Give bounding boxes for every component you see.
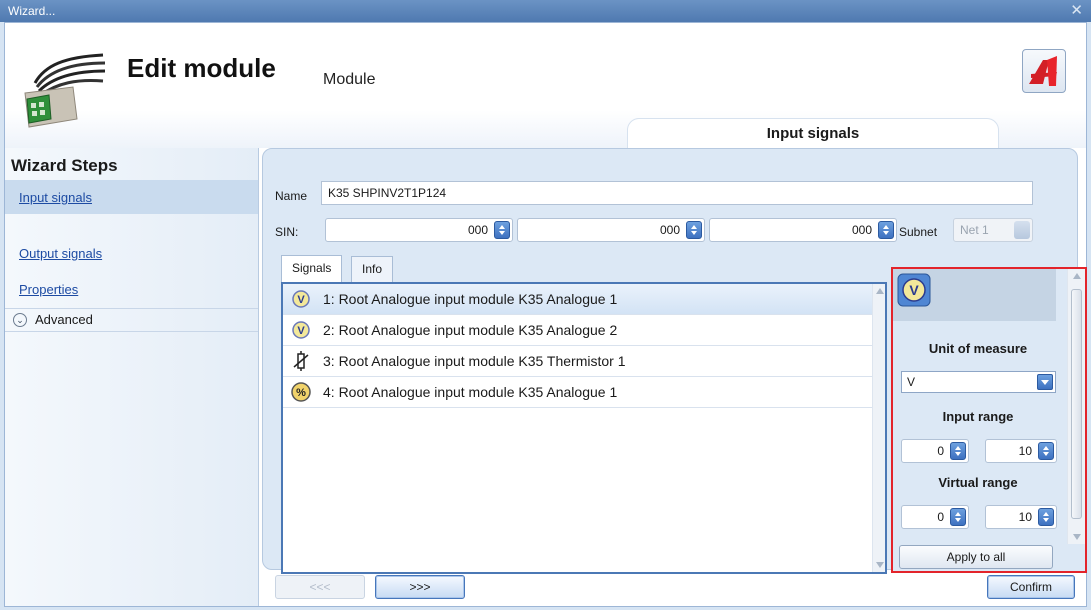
list-item[interactable]: % 4: Root Analogue input module K35 Anal… xyxy=(283,377,874,408)
spinner-icon[interactable] xyxy=(686,221,702,239)
virtual-min-value: 0 xyxy=(937,510,944,524)
brand-logo-icon xyxy=(1029,56,1057,86)
apply-to-all-button[interactable]: Apply to all xyxy=(899,545,1053,569)
list-item[interactable]: V 1: Root Analogue input module K35 Anal… xyxy=(283,284,874,315)
scroll-thumb[interactable] xyxy=(1071,289,1082,519)
next-button[interactable]: >>> xyxy=(375,575,465,599)
spinner-icon[interactable] xyxy=(1038,508,1054,526)
scroll-up-icon[interactable] xyxy=(1073,273,1081,279)
voltage-icon: V xyxy=(897,273,931,307)
confirm-button[interactable]: Confirm xyxy=(987,575,1075,599)
main-panel: Name K35 SHPINV2T1P124 SIN: 000 000 000 … xyxy=(262,148,1087,574)
sin-value-1: 000 xyxy=(467,223,488,237)
sin-value-2: 000 xyxy=(659,223,680,237)
percent-icon: % xyxy=(291,382,311,402)
subnet-value: Net 1 xyxy=(960,223,989,237)
scroll-up-icon[interactable] xyxy=(876,288,884,294)
wizard-steps-heading: Wizard Steps xyxy=(11,156,118,175)
spinner-icon[interactable] xyxy=(1038,442,1054,460)
unit-value: V xyxy=(907,375,916,389)
input-range-heading: Input range xyxy=(942,409,1014,424)
spinner-icon[interactable] xyxy=(950,442,966,460)
advanced-label: Advanced xyxy=(35,312,93,327)
tab-input-signals: Input signals xyxy=(627,118,999,148)
signal-label: 1: Root Analogue input module K35 Analog… xyxy=(323,291,618,307)
brand-logo xyxy=(1022,49,1066,93)
unit-of-measure-select[interactable]: V xyxy=(901,371,1056,393)
tab-signals[interactable]: Signals xyxy=(281,255,343,282)
window-title: Wizard... xyxy=(8,4,56,18)
sin-field-1[interactable]: 000 xyxy=(325,218,513,242)
page-title: Edit module xyxy=(127,53,276,83)
chevron-down-icon xyxy=(1014,221,1030,239)
list-scrollbar[interactable] xyxy=(872,284,885,572)
signal-label: 4: Root Analogue input module K35 Analog… xyxy=(323,384,618,400)
list-item[interactable]: V 2: Root Analogue input module K35 Anal… xyxy=(283,315,874,346)
chevron-down-icon[interactable] xyxy=(1037,374,1053,390)
properties-scrollbar[interactable] xyxy=(1067,269,1085,544)
advanced-expander[interactable]: ⌄ Advanced xyxy=(5,308,258,332)
spinner-icon[interactable] xyxy=(878,221,894,239)
name-label: Name xyxy=(275,189,308,203)
list-item[interactable]: 3: Root Analogue input module K35 Thermi… xyxy=(283,346,874,377)
sidebar: Wizard Steps Input signals Output signal… xyxy=(5,148,259,606)
scroll-down-icon[interactable] xyxy=(876,562,884,568)
page-subtitle: Module xyxy=(323,71,376,88)
sin-field-2[interactable]: 000 xyxy=(517,218,705,242)
spinner-icon[interactable] xyxy=(494,221,510,239)
sidebar-item-input-signals[interactable]: Input signals xyxy=(19,190,92,205)
virtual-range-heading: Virtual range xyxy=(938,475,1018,490)
subnet-select: Net 1 xyxy=(953,218,1033,242)
module-image xyxy=(24,53,106,128)
input-min-value: 0 xyxy=(937,444,944,458)
thermistor-icon xyxy=(293,351,309,371)
chevron-down-icon: ⌄ xyxy=(13,313,27,327)
header: Edit module Module Input signals xyxy=(5,23,1086,148)
virtual-range-min[interactable]: 0 xyxy=(901,505,969,529)
virtual-max-value: 10 xyxy=(1018,510,1032,524)
voltage-icon: V xyxy=(292,321,310,339)
signal-label: 3: Root Analogue input module K35 Thermi… xyxy=(323,353,626,369)
window-titlebar: Wizard... ✕ xyxy=(0,0,1091,22)
properties-header: V xyxy=(893,269,1056,321)
svg-text:V: V xyxy=(909,282,919,298)
back-button: <<< xyxy=(275,575,365,599)
signal-label: 2: Root Analogue input module K35 Analog… xyxy=(323,322,618,338)
sin-field-3[interactable]: 000 xyxy=(709,218,897,242)
svg-text:%: % xyxy=(296,387,306,399)
spinner-icon[interactable] xyxy=(950,508,966,526)
sin-value-3: 000 xyxy=(851,223,872,237)
unit-of-measure-heading: Unit of measure xyxy=(928,341,1028,356)
close-icon[interactable]: ✕ xyxy=(1070,0,1083,22)
svg-text:V: V xyxy=(297,294,305,306)
sidebar-item-output-signals[interactable]: Output signals xyxy=(19,246,102,261)
subnet-label: Subnet xyxy=(899,225,938,239)
tab-info[interactable]: Info xyxy=(351,256,394,282)
input-range-min[interactable]: 0 xyxy=(901,439,969,463)
input-max-value: 10 xyxy=(1018,444,1032,458)
virtual-range-max[interactable]: 10 xyxy=(985,505,1057,529)
name-field[interactable]: K35 SHPINV2T1P124 xyxy=(321,181,1033,205)
voltage-icon: V xyxy=(292,290,310,308)
svg-text:V: V xyxy=(297,325,305,337)
scroll-down-icon[interactable] xyxy=(1073,534,1081,540)
wizard-window: Edit module Module Input signals Wizard … xyxy=(4,22,1087,607)
sidebar-item-properties[interactable]: Properties xyxy=(19,282,78,297)
signals-list: V 1: Root Analogue input module K35 Anal… xyxy=(281,282,887,574)
input-range-max[interactable]: 10 xyxy=(985,439,1057,463)
signal-properties-panel: V Unit of measure V Input range 0 10 Vir… xyxy=(891,267,1087,573)
sin-label: SIN: xyxy=(275,225,299,239)
